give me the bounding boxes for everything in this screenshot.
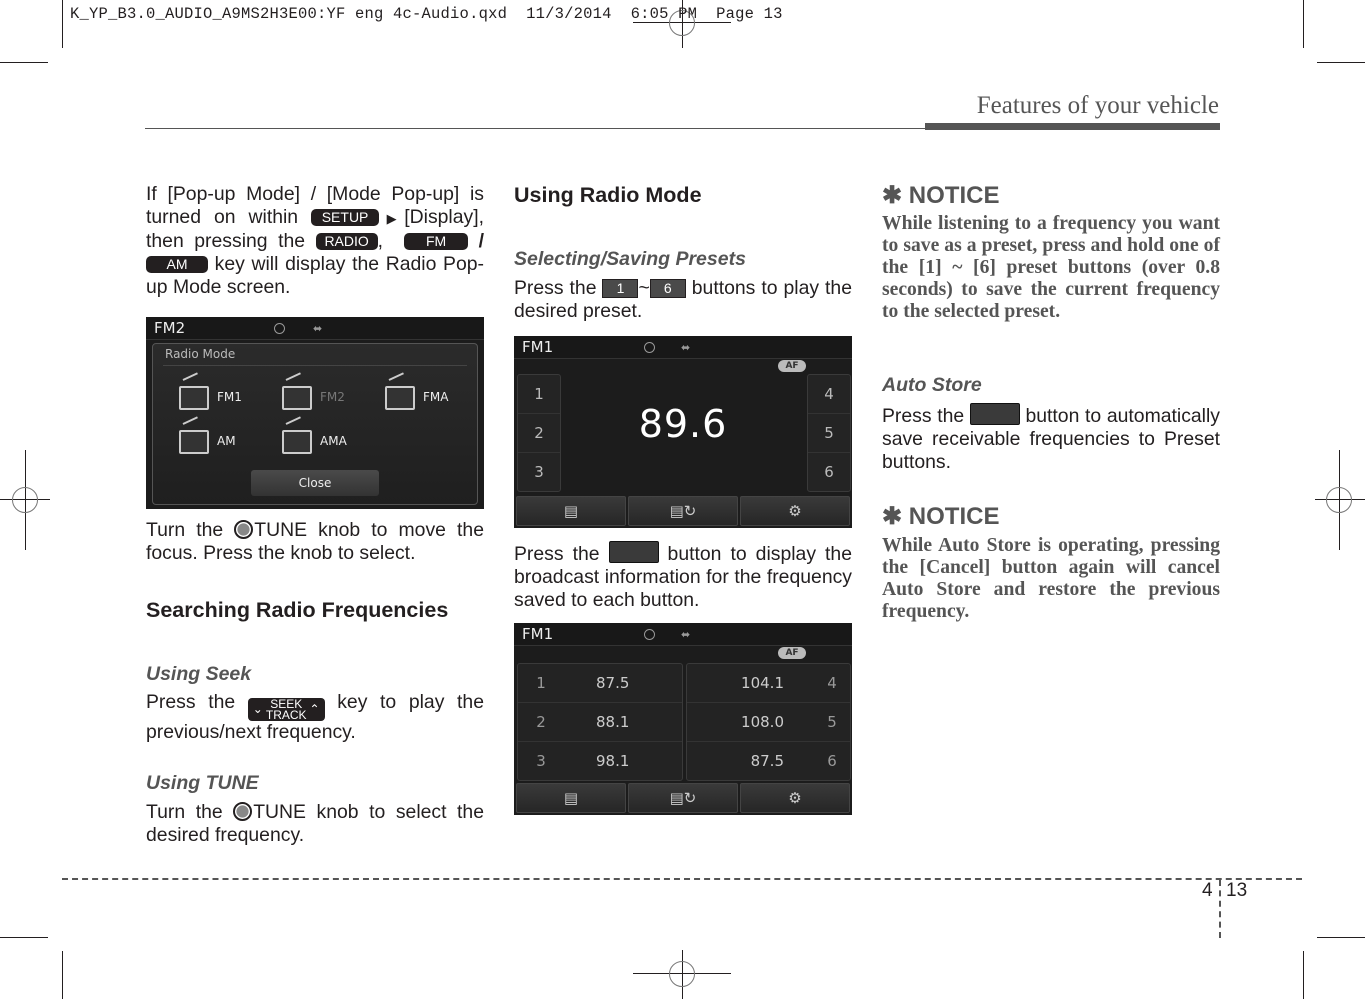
crop-mark (62, 0, 63, 48)
crop-mark (0, 937, 48, 938)
radio-icon (385, 386, 415, 410)
radio-list-icon: ▤ (563, 789, 579, 807)
section-title-searching: Searching Radio Frequencies (146, 598, 449, 622)
notice-title: ✱ NOTICE (882, 182, 1000, 209)
usb-icon: ⬌ (681, 341, 691, 354)
tune-paragraph: Turn the TUNE knob to select the desired… (146, 801, 484, 846)
band-label: FM2 (154, 319, 186, 337)
subsection-title-auto-store: Auto Store (882, 374, 982, 396)
footer-rule (62, 878, 1302, 880)
radio-mode-screen: FM1 ⬌ AF 1 2 3 4 5 6 89.6 ▤ ▤↻ ⚙ (514, 336, 852, 528)
setup-key: SETUP (311, 209, 380, 226)
header-bar (925, 123, 1220, 130)
triangle-right-icon: ▶ (379, 211, 405, 226)
preset-list-left: 1 87.5 2 88.1 3 98.1 (517, 663, 683, 781)
af-button[interactable]: AF (778, 360, 806, 372)
settings-button[interactable]: ⚙ (740, 783, 850, 813)
tune-knob-icon (233, 802, 253, 821)
tune-knob-icon (234, 520, 254, 539)
preset-row[interactable]: 108.0 5 (687, 703, 850, 742)
fm-key: FM (404, 233, 469, 250)
radio-mode-panel: Radio Mode FM1 FM2 FMA AM AMA Close (152, 343, 478, 505)
preset-row[interactable]: 87.5 6 (687, 742, 850, 780)
disc-icon (274, 323, 285, 334)
radio-icon (179, 386, 209, 410)
disc-icon (644, 342, 655, 353)
footer-divider (1219, 880, 1221, 938)
notice-text: While listening to a frequency you want … (882, 213, 1220, 322)
preset-key-6: 6 (649, 279, 686, 298)
auto-store-key-icon (969, 403, 1020, 425)
settings-button[interactable]: ⚙ (740, 496, 850, 526)
am-key: AM (146, 256, 208, 273)
preset-info-button[interactable]: ▤ (516, 496, 626, 526)
band-label: FM1 (522, 625, 554, 643)
notice-text: While Auto Store is operating, pressing … (882, 535, 1220, 622)
radio-mode-title: Radio Mode (165, 347, 236, 361)
info-paragraph: Press the button to display the broadcas… (514, 541, 852, 611)
auto-store-paragraph: Press the button to automatically save r… (882, 403, 1220, 473)
chapter-number: 4 (1202, 880, 1213, 901)
page-number: 13 (1226, 880, 1248, 901)
subsection-title-seek: Using Seek (146, 663, 252, 685)
close-button[interactable]: Close (251, 470, 379, 496)
usb-icon: ⬌ (313, 322, 323, 335)
preset-button[interactable]: 6 (808, 453, 850, 491)
running-head: Features of your vehicle (976, 92, 1219, 119)
auto-store-button[interactable]: ▤↻ (628, 496, 738, 526)
preset-list-right: 104.1 4 108.0 5 87.5 6 (686, 663, 851, 781)
radio-autostore-icon: ▤↻ (669, 502, 697, 520)
auto-store-button[interactable]: ▤↻ (628, 783, 738, 813)
column-3: ✱ NOTICE While listening to a frequency … (882, 181, 1220, 622)
chevron-down-icon: ⌄ (252, 702, 263, 716)
radio-autostore-icon: ▤↻ (669, 789, 697, 807)
section-title-radio-mode: Using Radio Mode (514, 183, 702, 207)
preset-row[interactable]: 2 88.1 (518, 703, 682, 742)
disc-icon (644, 629, 655, 640)
preset-key-1: 1 (602, 279, 639, 298)
crop-mark (62, 951, 63, 999)
chevron-up-icon: ⌃ (309, 702, 320, 716)
crop-mark (1303, 951, 1304, 999)
notice-title: ✱ NOTICE (882, 503, 1000, 530)
radio-list-icon: ▤ (563, 502, 579, 520)
preset-row[interactable]: 104.1 4 (687, 664, 850, 703)
gear-icon: ⚙ (788, 789, 802, 807)
preset-row[interactable]: 3 98.1 (518, 742, 682, 780)
preset-list-screen: FM1 ⬌ AF 1 87.5 2 88.1 3 98.1 104.1 4 108.0 5… (514, 623, 852, 815)
usb-icon: ⬌ (681, 628, 691, 641)
crop-mark (0, 62, 48, 63)
subsection-title-presets: Selecting/Saving Presets (514, 248, 746, 270)
radio-key: RADIO (315, 233, 378, 250)
crop-mark (1317, 62, 1365, 63)
column-1: If [Pop-up Mode] / [Mode Pop-up] is turn… (146, 183, 485, 846)
popup-intro-paragraph: If [Pop-up Mode] / [Mode Pop-up] is turn… (146, 183, 485, 298)
preset-info-key-icon (608, 541, 659, 563)
band-label: FM1 (522, 338, 554, 356)
subsection-title-tune: Using TUNE (146, 772, 259, 794)
tune-focus-paragraph: Turn the TUNE knob to move the focus. Pr… (146, 519, 484, 564)
radio-popup-screen: FM2 ⬌ Radio Mode FM1 FM2 FMA AM AMA Clos… (146, 317, 484, 509)
preset-row[interactable]: 1 87.5 (518, 664, 682, 703)
preset-info-button[interactable]: ▤ (516, 783, 626, 813)
crop-mark (1317, 937, 1365, 938)
bottom-button-bar: ▤ ▤↻ ⚙ (516, 496, 850, 526)
frequency-display: 89.6 (638, 402, 728, 446)
presets-paragraph: Press the 1 ~6 buttons to play the desire… (514, 277, 852, 322)
bottom-button-bar: ▤ ▤↻ ⚙ (516, 783, 850, 813)
gear-icon: ⚙ (788, 502, 802, 520)
crop-mark (1303, 0, 1304, 48)
radio-icon (282, 386, 312, 410)
column-2: Using Radio Mode Selecting/Saving Preset… (514, 183, 852, 815)
preset-button[interactable]: 3 (518, 453, 560, 491)
seek-paragraph: Press the ⌄ SEEK TRACK ⌃ key to play the pr… (146, 691, 484, 743)
radio-icon (282, 430, 312, 454)
af-button[interactable]: AF (778, 647, 806, 659)
radio-icon (179, 430, 209, 454)
seek-track-key: ⌄ SEEK TRACK ⌃ (247, 698, 325, 721)
print-slug: K_YP_B3.0_AUDIO_A9MS2H3E00:YF eng 4c-Aud… (70, 5, 783, 23)
